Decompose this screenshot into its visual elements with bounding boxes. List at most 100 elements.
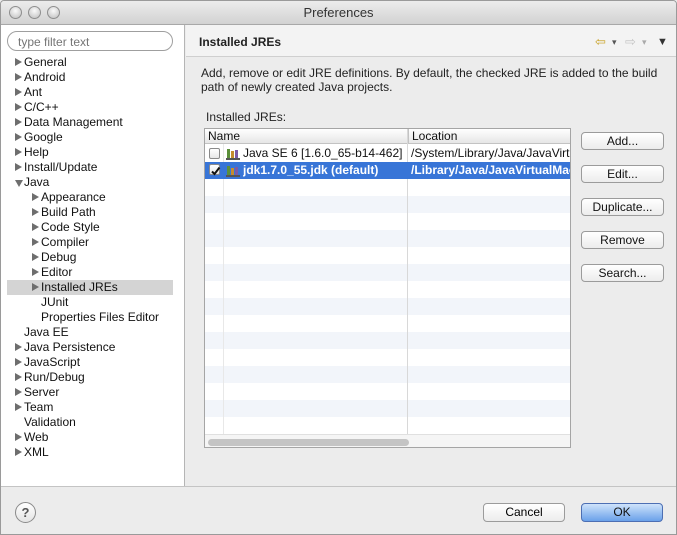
collapsed-triangle-icon[interactable] bbox=[32, 223, 39, 231]
filter-input[interactable] bbox=[7, 31, 173, 51]
collapsed-triangle-icon[interactable] bbox=[15, 103, 22, 111]
collapsed-triangle-icon[interactable] bbox=[15, 358, 22, 366]
collapsed-triangle-icon[interactable] bbox=[15, 148, 22, 156]
tree-item[interactable]: Ant bbox=[1, 85, 181, 100]
collapsed-triangle-icon[interactable] bbox=[32, 268, 39, 276]
back-arrow-icon[interactable]: ⇦ bbox=[595, 34, 606, 50]
tree-item-label: Install/Update bbox=[24, 160, 98, 174]
table-row-stripe bbox=[205, 298, 570, 315]
collapsed-triangle-icon[interactable] bbox=[15, 388, 22, 396]
tree-item[interactable]: Java EE bbox=[1, 325, 181, 340]
jre-checkbox[interactable] bbox=[209, 148, 220, 159]
tree-item[interactable]: Properties Files Editor bbox=[1, 310, 181, 325]
tree-item-label: JUnit bbox=[41, 295, 69, 309]
tree-item[interactable]: Validation bbox=[1, 415, 181, 430]
tree-item[interactable]: Android bbox=[1, 70, 181, 85]
tree-item-label: Ant bbox=[24, 85, 43, 99]
collapsed-triangle-icon[interactable] bbox=[15, 118, 22, 126]
tree-item[interactable]: Data Management bbox=[1, 115, 181, 130]
collapsed-triangle-icon[interactable] bbox=[15, 343, 22, 351]
tree-item[interactable]: General bbox=[1, 55, 181, 70]
duplicate-button[interactable]: Duplicate... bbox=[581, 198, 664, 216]
tree-item[interactable]: Installed JREs bbox=[1, 280, 181, 295]
collapsed-triangle-icon[interactable] bbox=[15, 73, 22, 81]
table-row-stripe bbox=[205, 383, 570, 400]
collapsed-triangle-icon[interactable] bbox=[15, 88, 22, 96]
tree-item[interactable]: C/C++ bbox=[1, 100, 181, 115]
tree-item-label: Run/Debug bbox=[24, 370, 85, 384]
back-menu-chevron-icon[interactable]: ▾ bbox=[612, 37, 617, 48]
horizontal-scrollbar-thumb[interactable] bbox=[208, 439, 409, 446]
add-button[interactable]: Add... bbox=[581, 132, 664, 150]
tree-item[interactable]: Google bbox=[1, 130, 181, 145]
search-button[interactable]: Search... bbox=[581, 264, 664, 282]
horizontal-scrollbar[interactable] bbox=[205, 434, 570, 447]
preferences-window: Preferences GeneralAndroidAntC/C++Data M… bbox=[0, 0, 677, 535]
title-bar: Preferences bbox=[1, 1, 676, 25]
tree-item[interactable]: Team bbox=[1, 400, 181, 415]
tree-item[interactable]: Build Path bbox=[1, 205, 181, 220]
table-header: Name Location bbox=[205, 129, 570, 144]
tree-item-label: Java Persistence bbox=[24, 340, 116, 354]
jre-library-icon bbox=[226, 165, 240, 177]
tree-item-label: Help bbox=[24, 145, 49, 159]
collapsed-triangle-icon[interactable] bbox=[15, 163, 22, 171]
tree-item-label: Team bbox=[24, 400, 54, 414]
table-row-stripe bbox=[205, 264, 570, 281]
table-row-stripe bbox=[205, 332, 570, 349]
tree-item[interactable]: Install/Update bbox=[1, 160, 181, 175]
collapsed-triangle-icon[interactable] bbox=[15, 448, 22, 456]
tree-item[interactable]: Code Style bbox=[1, 220, 181, 235]
collapsed-triangle-icon[interactable] bbox=[15, 133, 22, 141]
table-row-stripe bbox=[205, 230, 570, 247]
tree-item[interactable]: Compiler bbox=[1, 235, 181, 250]
view-menu-chevron-icon[interactable]: ▼ bbox=[657, 36, 668, 48]
tree-item-label: Code Style bbox=[41, 220, 100, 234]
table-row[interactable]: Java SE 6 [1.6.0_65-b14-462] /System/Libr… bbox=[205, 145, 570, 162]
remove-button[interactable]: Remove bbox=[581, 231, 664, 249]
column-header-location[interactable]: Location bbox=[408, 129, 570, 144]
jre-checkbox[interactable] bbox=[209, 164, 221, 176]
collapsed-triangle-icon[interactable] bbox=[15, 373, 22, 381]
table-row-stripe bbox=[205, 179, 570, 196]
collapsed-triangle-icon[interactable] bbox=[32, 283, 39, 291]
collapsed-triangle-icon[interactable] bbox=[32, 238, 39, 246]
collapsed-triangle-icon[interactable] bbox=[32, 208, 39, 216]
edit-button[interactable]: Edit... bbox=[581, 165, 664, 183]
tree-item[interactable]: Help bbox=[1, 145, 181, 160]
tree-item-label: Validation bbox=[24, 415, 76, 429]
collapsed-triangle-icon[interactable] bbox=[32, 193, 39, 201]
tree-item-label: C/C++ bbox=[24, 100, 59, 114]
expanded-triangle-icon[interactable] bbox=[15, 180, 23, 187]
ok-button[interactable]: OK bbox=[581, 503, 663, 522]
tree-item-label: Web bbox=[24, 430, 49, 444]
tree-item[interactable]: XML bbox=[1, 445, 181, 460]
tree-item[interactable]: Java bbox=[1, 175, 181, 190]
help-icon[interactable]: ? bbox=[15, 502, 36, 523]
installed-jres-label: Installed JREs: bbox=[206, 110, 287, 124]
collapsed-triangle-icon[interactable] bbox=[15, 433, 22, 441]
column-header-name[interactable]: Name bbox=[205, 129, 407, 144]
forward-menu-chevron-icon[interactable]: ▾ bbox=[642, 37, 647, 48]
tree-item[interactable]: Debug bbox=[1, 250, 181, 265]
tree-item[interactable]: Editor bbox=[1, 265, 181, 280]
tree-item-label: Data Management bbox=[24, 115, 123, 129]
collapsed-triangle-icon[interactable] bbox=[32, 253, 39, 261]
cancel-button[interactable]: Cancel bbox=[483, 503, 565, 522]
tree-item[interactable]: JavaScript bbox=[1, 355, 181, 370]
forward-arrow-icon[interactable]: ⇨ bbox=[625, 34, 636, 50]
tree-item[interactable]: JUnit bbox=[1, 295, 181, 310]
tree-item[interactable]: Appearance bbox=[1, 190, 181, 205]
collapsed-triangle-icon[interactable] bbox=[15, 58, 22, 66]
table-row-stripe bbox=[205, 417, 570, 434]
tree-item[interactable]: Web bbox=[1, 430, 181, 445]
preference-tree-panel: GeneralAndroidAntC/C++Data ManagementGoo… bbox=[1, 25, 185, 486]
tree-item[interactable]: Run/Debug bbox=[1, 370, 181, 385]
dialog-footer: ? Cancel OK bbox=[1, 486, 676, 534]
collapsed-triangle-icon[interactable] bbox=[15, 403, 22, 411]
tree-item-label: Server bbox=[24, 385, 60, 399]
tree-item[interactable]: Server bbox=[1, 385, 181, 400]
table-row[interactable]: jdk1.7.0_55.jdk (default) /Library/Java/J… bbox=[205, 162, 570, 179]
tree-item[interactable]: Java Persistence bbox=[1, 340, 181, 355]
tree-item-label: Java bbox=[24, 175, 50, 189]
